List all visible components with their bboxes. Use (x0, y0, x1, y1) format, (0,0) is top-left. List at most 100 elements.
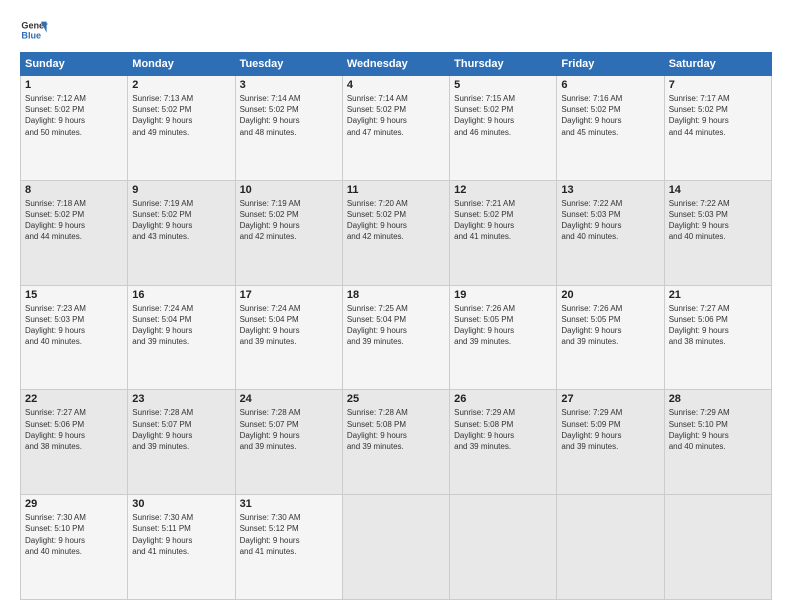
weekday-header-saturday: Saturday (664, 53, 771, 76)
day-number: 4 (347, 79, 445, 91)
calendar-cell: 4Sunrise: 7:14 AM Sunset: 5:02 PM Daylig… (342, 76, 449, 181)
calendar-cell: 7 Sunrise: 7:17 AM Sunset: 5:02 PM Daylig… (664, 76, 771, 181)
calendar-table: SundayMondayTuesdayWednesdayThursdayFrid… (20, 52, 772, 600)
day-number: 17 (240, 289, 338, 301)
day-number: 31 (240, 498, 338, 510)
day-number: 16 (132, 289, 230, 301)
weekday-header-wednesday: Wednesday (342, 53, 449, 76)
day-number: 24 (240, 393, 338, 405)
day-number: 18 (347, 289, 445, 301)
day-number: 7 (669, 79, 767, 91)
day-info: Sunrise: 7:16 AM Sunset: 5:02 PM Dayligh… (561, 93, 659, 138)
calendar-cell: 14Sunrise: 7:22 AM Sunset: 5:03 PM Dayli… (664, 180, 771, 285)
week-row-4: 22 Sunrise: 7:27 AM Sunset: 5:06 PM Dayli… (21, 390, 772, 495)
calendar-cell: 10Sunrise: 7:19 AM Sunset: 5:02 PM Dayli… (235, 180, 342, 285)
day-info: Sunrise: 7:24 AM Sunset: 5:04 PM Dayligh… (240, 303, 338, 348)
week-row-1: 1 Sunrise: 7:12 AM Sunset: 5:02 PM Daylig… (21, 76, 772, 181)
day-info: Sunrise: 7:20 AM Sunset: 5:02 PM Dayligh… (347, 198, 445, 243)
day-info: Sunrise: 7:28 AM Sunset: 5:07 PM Dayligh… (240, 407, 338, 452)
svg-text:Blue: Blue (21, 30, 41, 40)
day-number: 13 (561, 184, 659, 196)
day-info: Sunrise: 7:30 AM Sunset: 5:11 PM Dayligh… (132, 512, 230, 557)
day-info: Sunrise: 7:27 AM Sunset: 5:06 PM Dayligh… (669, 303, 767, 348)
logo: General Blue (20, 16, 48, 44)
page: General Blue SundayMondayTuesdayWednesda… (0, 0, 792, 612)
week-row-3: 15Sunrise: 7:23 AM Sunset: 5:03 PM Dayli… (21, 285, 772, 390)
calendar-cell: 31 Sunrise: 7:30 AM Sunset: 5:12 PM Dayli… (235, 495, 342, 600)
week-row-2: 8Sunrise: 7:18 AM Sunset: 5:02 PM Daylig… (21, 180, 772, 285)
calendar-cell: 11 Sunrise: 7:20 AM Sunset: 5:02 PM Dayli… (342, 180, 449, 285)
day-number: 10 (240, 184, 338, 196)
day-info: Sunrise: 7:29 AM Sunset: 5:10 PM Dayligh… (669, 407, 767, 452)
calendar-cell: 24 Sunrise: 7:28 AM Sunset: 5:07 PM Dayli… (235, 390, 342, 495)
calendar-cell: 30 Sunrise: 7:30 AM Sunset: 5:11 PM Dayli… (128, 495, 235, 600)
calendar-cell: 6 Sunrise: 7:16 AM Sunset: 5:02 PM Daylig… (557, 76, 664, 181)
day-number: 1 (25, 79, 123, 91)
day-number: 5 (454, 79, 552, 91)
day-info: Sunrise: 7:29 AM Sunset: 5:09 PM Dayligh… (561, 407, 659, 452)
day-info: Sunrise: 7:19 AM Sunset: 5:02 PM Dayligh… (132, 198, 230, 243)
calendar-cell: 15Sunrise: 7:23 AM Sunset: 5:03 PM Dayli… (21, 285, 128, 390)
day-number: 21 (669, 289, 767, 301)
day-info: Sunrise: 7:30 AM Sunset: 5:10 PM Dayligh… (25, 512, 123, 557)
day-info: Sunrise: 7:26 AM Sunset: 5:05 PM Dayligh… (561, 303, 659, 348)
weekday-row: SundayMondayTuesdayWednesdayThursdayFrid… (21, 53, 772, 76)
calendar-cell: 8Sunrise: 7:18 AM Sunset: 5:02 PM Daylig… (21, 180, 128, 285)
calendar-body: 1 Sunrise: 7:12 AM Sunset: 5:02 PM Daylig… (21, 76, 772, 600)
day-info: Sunrise: 7:30 AM Sunset: 5:12 PM Dayligh… (240, 512, 338, 557)
day-info: Sunrise: 7:28 AM Sunset: 5:08 PM Dayligh… (347, 407, 445, 452)
day-info: Sunrise: 7:26 AM Sunset: 5:05 PM Dayligh… (454, 303, 552, 348)
day-number: 28 (669, 393, 767, 405)
calendar-cell: 18 Sunrise: 7:25 AM Sunset: 5:04 PM Dayli… (342, 285, 449, 390)
day-number: 30 (132, 498, 230, 510)
day-number: 11 (347, 184, 445, 196)
calendar-cell: 22 Sunrise: 7:27 AM Sunset: 5:06 PM Dayli… (21, 390, 128, 495)
weekday-header-monday: Monday (128, 53, 235, 76)
day-number: 6 (561, 79, 659, 91)
calendar-cell: 1 Sunrise: 7:12 AM Sunset: 5:02 PM Daylig… (21, 76, 128, 181)
day-number: 29 (25, 498, 123, 510)
day-info: Sunrise: 7:21 AM Sunset: 5:02 PM Dayligh… (454, 198, 552, 243)
calendar-cell: 2 Sunrise: 7:13 AM Sunset: 5:02 PM Daylig… (128, 76, 235, 181)
day-info: Sunrise: 7:28 AM Sunset: 5:07 PM Dayligh… (132, 407, 230, 452)
day-number: 2 (132, 79, 230, 91)
calendar-cell: 9 Sunrise: 7:19 AM Sunset: 5:02 PM Daylig… (128, 180, 235, 285)
day-number: 9 (132, 184, 230, 196)
calendar-cell: 5 Sunrise: 7:15 AM Sunset: 5:02 PM Daylig… (450, 76, 557, 181)
day-number: 25 (347, 393, 445, 405)
calendar-cell: 23 Sunrise: 7:28 AM Sunset: 5:07 PM Dayli… (128, 390, 235, 495)
day-number: 19 (454, 289, 552, 301)
calendar-cell (450, 495, 557, 600)
day-info: Sunrise: 7:25 AM Sunset: 5:04 PM Dayligh… (347, 303, 445, 348)
day-info: Sunrise: 7:12 AM Sunset: 5:02 PM Dayligh… (25, 93, 123, 138)
calendar-header: SundayMondayTuesdayWednesdayThursdayFrid… (21, 53, 772, 76)
day-number: 14 (669, 184, 767, 196)
calendar-cell: 26 Sunrise: 7:29 AM Sunset: 5:08 PM Dayli… (450, 390, 557, 495)
calendar-cell (664, 495, 771, 600)
day-number: 27 (561, 393, 659, 405)
weekday-header-sunday: Sunday (21, 53, 128, 76)
day-info: Sunrise: 7:18 AM Sunset: 5:02 PM Dayligh… (25, 198, 123, 243)
calendar-cell: 16Sunrise: 7:24 AM Sunset: 5:04 PM Dayli… (128, 285, 235, 390)
day-info: Sunrise: 7:13 AM Sunset: 5:02 PM Dayligh… (132, 93, 230, 138)
day-number: 23 (132, 393, 230, 405)
day-info: Sunrise: 7:15 AM Sunset: 5:02 PM Dayligh… (454, 93, 552, 138)
logo-icon: General Blue (20, 16, 48, 44)
calendar-cell (557, 495, 664, 600)
calendar-cell (342, 495, 449, 600)
day-info: Sunrise: 7:27 AM Sunset: 5:06 PM Dayligh… (25, 407, 123, 452)
header: General Blue (20, 16, 772, 44)
day-info: Sunrise: 7:14 AM Sunset: 5:02 PM Dayligh… (240, 93, 338, 138)
week-row-5: 29 Sunrise: 7:30 AM Sunset: 5:10 PM Dayli… (21, 495, 772, 600)
weekday-header-thursday: Thursday (450, 53, 557, 76)
day-info: Sunrise: 7:29 AM Sunset: 5:08 PM Dayligh… (454, 407, 552, 452)
day-number: 20 (561, 289, 659, 301)
calendar-cell: 12Sunrise: 7:21 AM Sunset: 5:02 PM Dayli… (450, 180, 557, 285)
day-number: 22 (25, 393, 123, 405)
day-number: 26 (454, 393, 552, 405)
calendar-cell: 17 Sunrise: 7:24 AM Sunset: 5:04 PM Dayli… (235, 285, 342, 390)
day-info: Sunrise: 7:22 AM Sunset: 5:03 PM Dayligh… (561, 198, 659, 243)
weekday-header-tuesday: Tuesday (235, 53, 342, 76)
weekday-header-friday: Friday (557, 53, 664, 76)
day-info: Sunrise: 7:17 AM Sunset: 5:02 PM Dayligh… (669, 93, 767, 138)
